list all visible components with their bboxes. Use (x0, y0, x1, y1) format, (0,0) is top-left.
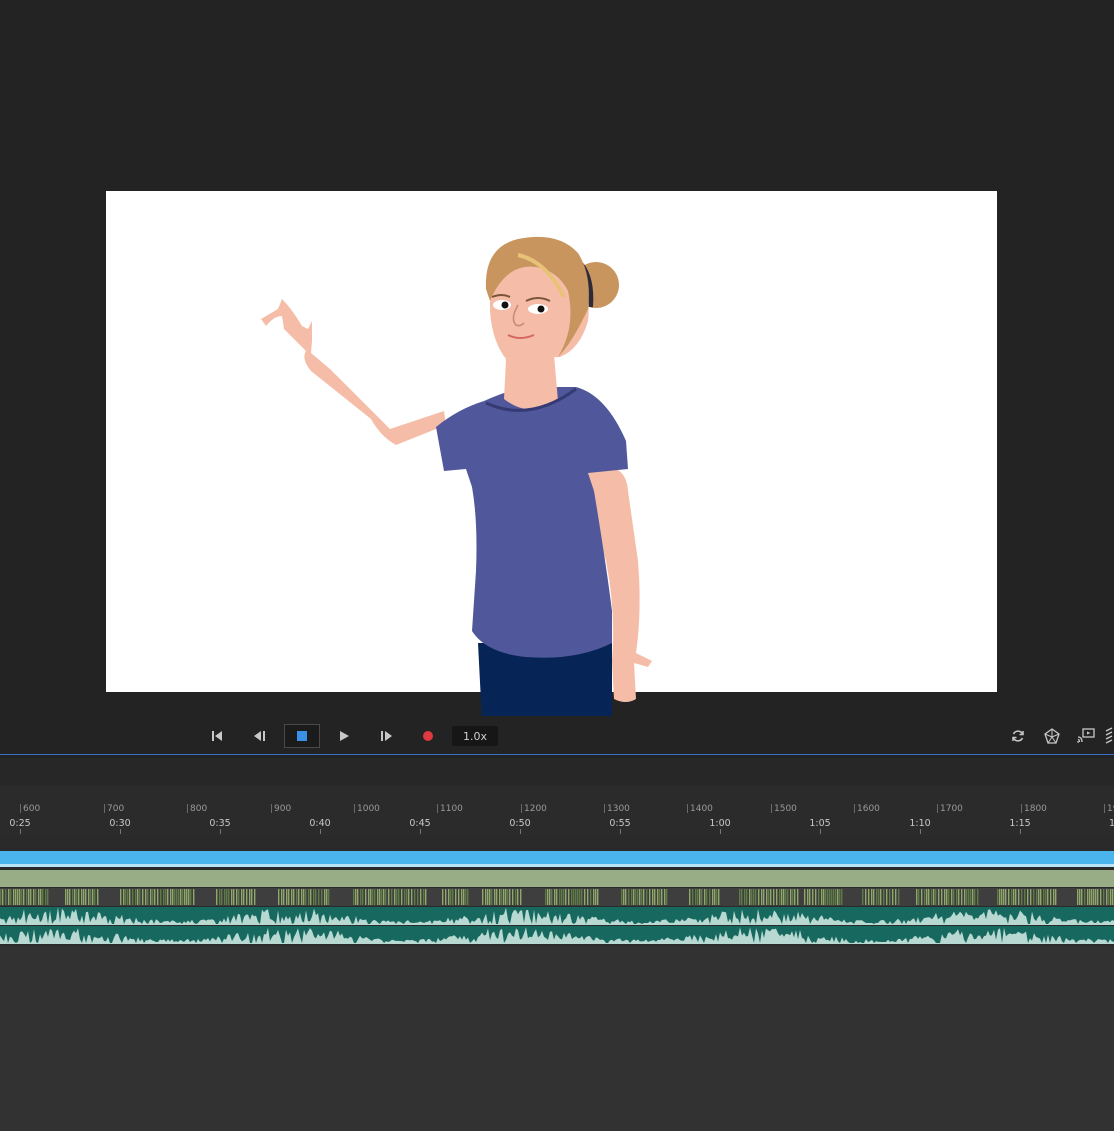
audio-track-1[interactable] (0, 907, 1114, 925)
time-label: 0:50 (509, 818, 531, 829)
cast-button[interactable] (1074, 726, 1098, 746)
time-tick (620, 829, 621, 834)
timeline-empty-area (0, 946, 1114, 1131)
frame-tick (937, 804, 938, 813)
frame-label: 900 (274, 804, 292, 814)
audio-waveform-1 (0, 907, 1114, 925)
time-tick (1020, 829, 1021, 834)
time-label: 0:40 (309, 818, 331, 829)
scene-track-bar[interactable] (0, 851, 1114, 864)
time-tick (20, 829, 21, 834)
time-label: 0:35 (209, 818, 231, 829)
frame-tick (104, 804, 105, 813)
visemes-track-marks (0, 889, 1114, 905)
stop-icon (297, 731, 307, 741)
puppet-track-bar[interactable] (0, 870, 1114, 887)
go-to-start-button[interactable] (201, 724, 233, 748)
time-tick (120, 829, 121, 834)
timeline-ruler[interactable]: 600 700 800 900 1000 1100 1200 1300 1400… (0, 786, 1114, 837)
frame-label: 1500 (774, 804, 797, 814)
record-icon (423, 731, 433, 741)
time-label: 1:05 (809, 818, 831, 829)
grip-icon (1105, 727, 1113, 744)
frame-tick (437, 804, 438, 813)
stage-area (0, 0, 1114, 721)
frame-label: 1400 (690, 804, 713, 814)
step-back-icon (254, 731, 265, 741)
audio-track-2[interactable] (0, 926, 1114, 944)
time-label: 1:00 (709, 818, 731, 829)
time-tick (720, 829, 721, 834)
scene-canvas[interactable] (106, 191, 997, 721)
frame-label: 1100 (440, 804, 463, 814)
cast-icon (1077, 728, 1095, 743)
time-tick (820, 829, 821, 834)
play-icon (340, 731, 349, 741)
time-tick (520, 829, 521, 834)
frame-label: 19 (1107, 804, 1114, 814)
frame-tick (854, 804, 855, 813)
timeline-header-strip (0, 758, 1114, 786)
time-label: 0:55 (609, 818, 631, 829)
time-tick (220, 829, 221, 834)
frame-label: 1700 (940, 804, 963, 814)
frame-tick (604, 804, 605, 813)
frame-tick (1021, 804, 1022, 813)
time-label: 1:15 (1009, 818, 1031, 829)
time-label: 0:25 (9, 818, 31, 829)
skip-to-start-icon (212, 731, 222, 741)
refresh-button[interactable] (1006, 726, 1030, 746)
frame-label: 1800 (1024, 804, 1047, 814)
time-label: 1 (1108, 818, 1114, 829)
frame-tick (20, 804, 21, 813)
time-label: 0:30 (109, 818, 131, 829)
step-forward-button[interactable] (370, 724, 402, 748)
playback-speed-button[interactable]: 1.0x (452, 726, 498, 746)
rig-icon (1044, 728, 1060, 744)
audio-waveform-2 (0, 927, 1114, 944)
step-back-button[interactable] (244, 724, 276, 748)
transport-bar: 1.0x (0, 716, 1114, 755)
frame-tick (271, 804, 272, 813)
time-label: 0:45 (409, 818, 431, 829)
frame-label: 1300 (607, 804, 630, 814)
play-button[interactable] (328, 724, 360, 748)
rig-button[interactable] (1040, 726, 1064, 746)
frame-tick (771, 804, 772, 813)
frame-tick (354, 804, 355, 813)
frame-tick (521, 804, 522, 813)
stop-button[interactable] (284, 724, 320, 748)
panel-grip[interactable] (1104, 726, 1114, 746)
record-button[interactable] (412, 724, 444, 748)
time-tick (320, 829, 321, 834)
frame-label: 1200 (524, 804, 547, 814)
scene-track-underline (0, 864, 1114, 867)
character-puppet[interactable] (106, 191, 997, 721)
frame-label: 1600 (857, 804, 880, 814)
frame-tick (687, 804, 688, 813)
frame-tick (187, 804, 188, 813)
frame-label: 700 (107, 804, 125, 814)
time-tick (920, 829, 921, 834)
step-forward-icon (381, 731, 392, 741)
visemes-track[interactable] (0, 888, 1114, 906)
frame-label: 800 (190, 804, 208, 814)
timeline-tracks (0, 836, 1114, 946)
frame-tick (1104, 804, 1105, 813)
frame-label: 1000 (357, 804, 380, 814)
time-tick (420, 829, 421, 834)
refresh-icon (1012, 730, 1024, 742)
time-label: 1:10 (909, 818, 931, 829)
frame-label: 600 (23, 804, 41, 814)
